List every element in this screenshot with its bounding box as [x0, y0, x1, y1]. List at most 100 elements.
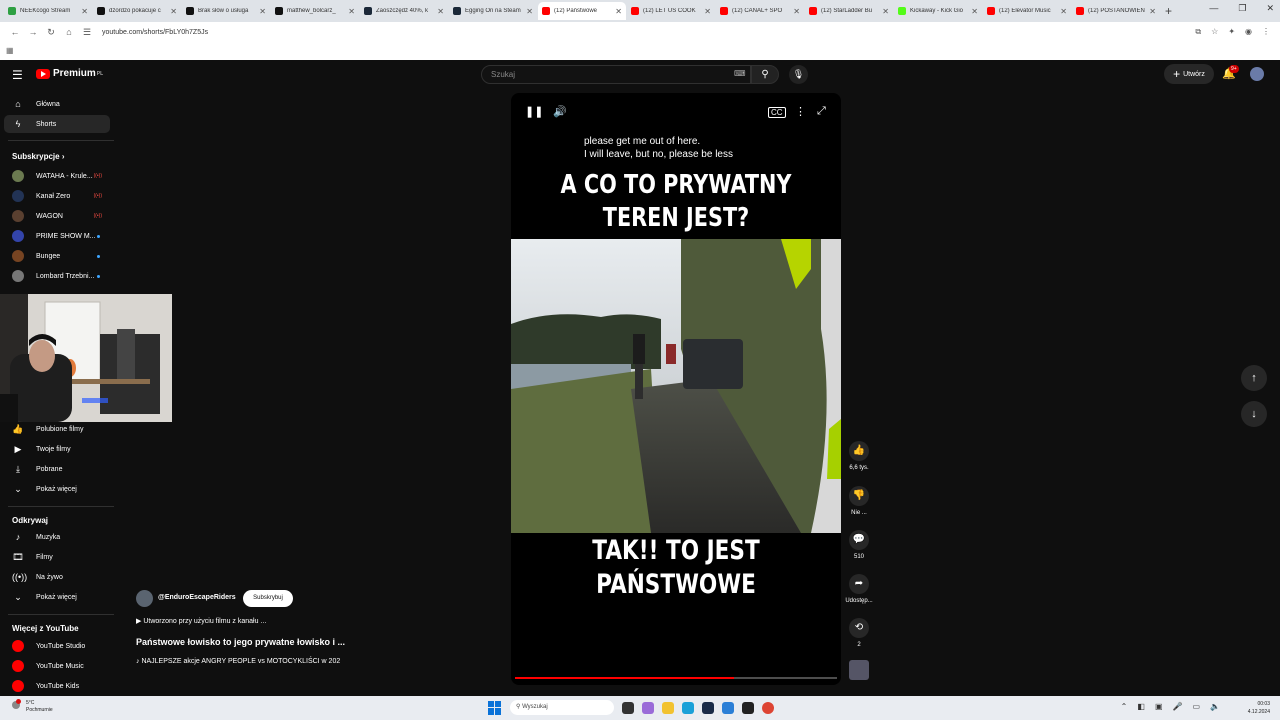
task-view-icon[interactable]: [622, 701, 634, 714]
apps-grid-icon[interactable]: ▦: [6, 46, 14, 55]
sidebar-item[interactable]: ⌄ Pokaż więcej: [4, 588, 110, 606]
reload-icon[interactable]: ↻: [42, 27, 60, 38]
sidebar-item[interactable]: ♪ Muzyka: [4, 528, 110, 546]
channel-handle[interactable]: @EnduroEscapeRiders: [158, 594, 236, 601]
monitor-icon[interactable]: ▭: [1192, 702, 1200, 711]
volume-icon[interactable]: 🔊: [553, 105, 567, 118]
edge-icon[interactable]: [682, 701, 694, 714]
comments-button[interactable]: 💬 510: [845, 530, 873, 560]
share-button[interactable]: ➦ Udostęp...: [841, 574, 877, 604]
store-icon[interactable]: [702, 701, 714, 714]
browser-tab[interactable]: dzordzo pokacuje c ✕: [93, 2, 181, 20]
tab-close-icon[interactable]: ✕: [526, 7, 533, 16]
create-button[interactable]: + Utwórz: [1164, 64, 1214, 84]
tab-close-icon[interactable]: ✕: [170, 7, 177, 16]
browser-tab[interactable]: (12) POSTANOWIEN ✕: [1072, 2, 1160, 20]
tab-close-icon[interactable]: ✕: [1149, 7, 1156, 16]
url-field[interactable]: youtube.com/shorts/FbLY0h7Z5Js: [102, 29, 208, 36]
tab-close-icon[interactable]: ✕: [348, 7, 355, 16]
file-explorer-icon[interactable]: [662, 701, 674, 714]
browser-tab[interactable]: Egging On na Steam ✕: [449, 2, 537, 20]
music-track[interactable]: ♪ NAJLEPSZE akcje ANGRY PEOPLE vs MOTOCY…: [136, 658, 340, 665]
sidebar-item[interactable]: ((•)) Na żywo: [4, 568, 110, 586]
tab-close-icon[interactable]: ✕: [437, 7, 444, 16]
minimize-icon[interactable]: —: [1209, 3, 1218, 14]
search-button[interactable]: ⚲: [751, 65, 779, 84]
extensions-icon[interactable]: ✦: [1228, 27, 1235, 37]
speaker-icon[interactable]: 🔈: [1210, 702, 1220, 711]
browser-tab[interactable]: NEEKcogo Stream ✕: [4, 2, 92, 20]
browser-tab[interactable]: (12) CANAL+ SPO ✕: [716, 2, 804, 20]
next-short-icon[interactable]: ↓: [1241, 401, 1267, 427]
tab-close-icon[interactable]: ✕: [793, 7, 800, 16]
browser-tab[interactable]: (12) Elevator Music ✕: [983, 2, 1071, 20]
maximize-icon[interactable]: ❐: [1238, 3, 1246, 14]
chrome-icon[interactable]: [762, 701, 774, 714]
like-button[interactable]: 👍 6,6 tys.: [845, 441, 873, 471]
sidebar-item[interactable]: WAGON ((•)): [4, 207, 110, 225]
sidebar-section-title[interactable]: Subskrypcje ›: [12, 152, 64, 161]
back-icon[interactable]: ←: [6, 27, 24, 37]
video-title[interactable]: Państwowe łowisko to jego prywatne łowis…: [136, 637, 345, 647]
tab-close-icon[interactable]: ✕: [81, 7, 88, 16]
forward-icon[interactable]: →: [24, 27, 42, 37]
sidebar-item[interactable]: 👍 Polubione filmy: [4, 420, 110, 438]
tab-close-icon[interactable]: ✕: [615, 7, 622, 16]
sidebar-item[interactable]: WATAHA - Krule... ((•)): [4, 167, 110, 185]
dislike-button[interactable]: 👎 Nie ...: [845, 486, 873, 516]
browser-tab[interactable]: matthew_bolcarz_ ✕: [271, 2, 359, 20]
sidebar-item[interactable]: Kanał Zero ((•)): [4, 187, 110, 205]
sidebar-item[interactable]: ⌂ Główna: [4, 95, 110, 113]
microphone-icon[interactable]: 🎤: [1173, 702, 1183, 711]
copilot-icon[interactable]: [642, 701, 654, 714]
sidebar-item[interactable]: ▶ Twoje filmy: [4, 440, 110, 458]
tray-app-icon[interactable]: ◧: [1137, 702, 1145, 711]
account-avatar[interactable]: [1250, 67, 1264, 81]
tab-close-icon[interactable]: ✕: [1060, 7, 1067, 16]
subscribe-button[interactable]: Subskrybuj: [243, 590, 293, 607]
sidebar-item[interactable]: Lombard Trzebni...: [4, 267, 110, 285]
captions-icon[interactable]: CC: [768, 107, 786, 118]
browser-menu-icon[interactable]: ⋮: [1262, 27, 1270, 37]
sidebar-item[interactable]: PRIME SHOW M...: [4, 227, 110, 245]
tab-close-icon[interactable]: ✕: [971, 7, 978, 16]
youtube-premium-logo[interactable]: Premium PL: [36, 68, 103, 79]
previous-short-icon[interactable]: ↑: [1241, 365, 1267, 391]
video-progress-bar[interactable]: [515, 677, 837, 679]
browser-tab[interactable]: Zaoszczędź 40%, k ✕: [360, 2, 448, 20]
home-icon[interactable]: ⌂: [60, 27, 78, 37]
tab-close-icon[interactable]: ✕: [704, 7, 711, 16]
system-clock[interactable]: 00:03 4.12.2024: [1248, 700, 1270, 716]
browser-tab[interactable]: Kickaway - Kick Gio ✕: [894, 2, 982, 20]
voice-search-icon[interactable]: 🎙: [789, 65, 808, 84]
keyboard-icon[interactable]: ⌨: [734, 69, 746, 78]
sidebar-item[interactable]: 🎞 Filmy: [4, 548, 110, 566]
pause-icon[interactable]: ❚❚: [525, 105, 543, 118]
menu-icon[interactable]: ☰: [12, 68, 23, 82]
sidebar-item[interactable]: Bungee: [4, 247, 110, 265]
sound-thumbnail[interactable]: [845, 660, 873, 680]
weather-widget[interactable]: 5°C Pochmurnie: [12, 699, 53, 714]
sidebar-item[interactable]: YouTube Music: [4, 657, 110, 675]
taskbar-search[interactable]: ⚲ Wyszukaj: [510, 700, 614, 715]
profile-icon[interactable]: ◉: [1245, 27, 1252, 37]
shorts-video-player[interactable]: ❚❚ 🔊 CC ⋮ ⤢ please get me out of here. I…: [511, 93, 841, 685]
sidebar-item[interactable]: YouTube Studio: [4, 637, 110, 655]
tab-close-icon[interactable]: ✕: [882, 7, 889, 16]
browser-tab[interactable]: (12) Państwowe ✕: [538, 2, 626, 20]
windows-start-icon[interactable]: [488, 700, 502, 715]
more-options-icon[interactable]: ⋮: [795, 105, 806, 118]
close-window-icon[interactable]: ✕: [1266, 3, 1274, 14]
sidebar-item[interactable]: ⌄ Pokaż więcej: [4, 480, 110, 498]
install-icon[interactable]: ⧉: [1195, 27, 1201, 37]
remix-button[interactable]: ⟲ 2: [845, 618, 873, 648]
browser-tab[interactable]: (12) StarLadder Bu ✕: [805, 2, 893, 20]
sidebar-item[interactable]: ϟ Shorts: [4, 115, 110, 133]
new-tab-icon[interactable]: +: [1165, 4, 1172, 18]
tab-close-icon[interactable]: ✕: [259, 7, 266, 16]
tray-chevron-icon[interactable]: ⌃: [1121, 702, 1128, 711]
bookmark-star-icon[interactable]: ☆: [1211, 27, 1218, 37]
sidebar-item[interactable]: YouTube Kids: [4, 677, 110, 695]
fullscreen-icon[interactable]: ⤢: [817, 105, 826, 118]
mail-icon[interactable]: [722, 701, 734, 714]
